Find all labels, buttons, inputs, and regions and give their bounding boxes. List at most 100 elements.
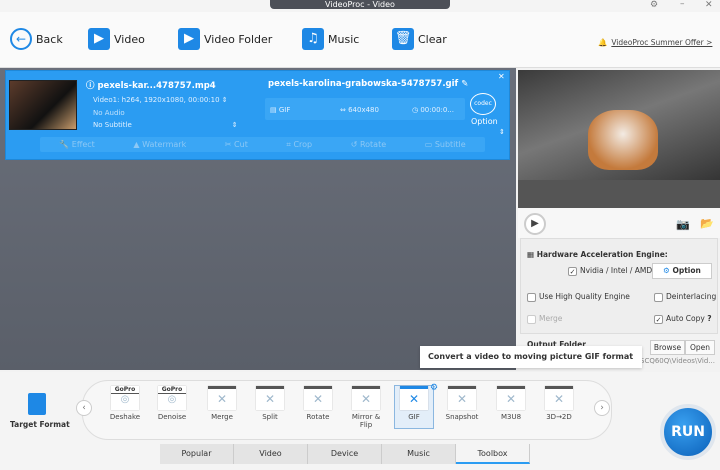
offer-label: VideoProc Summer Offer > [611,38,713,47]
tab-device[interactable]: Device [308,444,382,464]
auto-copy-checkbox[interactable]: ✓ Auto Copy ? [654,314,712,324]
output-resolution: ⇔ 640x480 [340,106,379,114]
close-button[interactable]: ✕ [705,0,713,10]
run-button[interactable]: RUN [660,404,716,460]
toolbar: ← Back ▶ Video ▶ Video Folder ♫ Music 🗑 Clear… [0,12,720,68]
codec-gear-icon[interactable]: codec [470,93,496,115]
summer-offer-link[interactable]: 🔔 VideoProc Summer Offer > [598,38,712,47]
browse-button[interactable]: Browse [650,340,685,355]
format-label: Merge [211,413,233,421]
output-duration: ◷ 00:00:0... [412,106,455,114]
output-filename[interactable]: pexels-karolina-grabowska-5478757.gif ✎ [268,79,468,89]
format-label: Denoise [157,413,187,421]
watermark-button[interactable]: ▲ Watermark [133,140,186,149]
gopro-brand-label: GoPro [158,386,186,394]
checkbox-icon [527,292,536,302]
back-button[interactable]: ← Back [10,28,63,50]
tools-icon: ✕ [208,386,236,410]
format-label: M3U8 [500,413,522,421]
video-preview[interactable] [518,70,720,208]
gopro-icon: GoPro ◎ [158,386,186,410]
subtitle-select[interactable]: No Subtitle ⇕ [93,121,238,129]
format-item[interactable]: ✕ Merge [202,386,242,421]
format-item[interactable]: ✕ Snapshot [442,386,482,421]
tab-music[interactable]: Music [382,444,456,464]
output-path[interactable]: SCQ60Q\Videos\Vid... [640,357,715,365]
format-item[interactable]: ✕ Rotate [298,386,338,421]
reorder-arrows-icon[interactable]: ⇕ [499,128,505,136]
video-track-select[interactable]: Video1: h264, 1920x1080, 00:00:10 ⇕ [93,96,228,104]
clear-button[interactable]: 🗑 Clear [392,28,447,50]
remove-item-icon[interactable]: ✕ [498,72,505,81]
video-folder-label: Video Folder [204,32,273,46]
subtitle-button[interactable]: ▭ Subtitle [425,140,466,149]
format-item[interactable]: ✕ M3U8 [491,386,531,421]
tools-icon: ✕ [400,386,428,410]
hw-vendor-label: Nvidia / Intel / AMD [580,266,653,275]
hw-option-label: Option [672,266,701,275]
subtitle-label: Subtitle [434,140,466,149]
hw-vendor-checkbox[interactable]: ✓ Nvidia / Intel / AMD [568,266,652,276]
play-button[interactable]: ▶ [524,213,546,235]
audio-track[interactable]: No Audio [93,109,125,117]
add-video-button[interactable]: ▶ Video [88,28,145,50]
gif-tooltip: Convert a video to moving picture GIF fo… [420,346,642,368]
deinterlacing-checkbox[interactable]: Deinterlacing [654,292,716,302]
format-item[interactable]: GoPro ◎ Denoise [152,386,192,421]
video-thumbnail[interactable] [9,80,77,130]
music-add-icon: ♫ [302,28,324,50]
carousel-next-button[interactable]: › [594,400,610,416]
format-item[interactable]: ✕ GIF [394,385,434,429]
hw-option-button[interactable]: ⚙ Option [652,263,712,279]
settings-icon[interactable]: ⚙ [650,0,658,10]
tab-video[interactable]: Video [234,444,308,464]
gif-settings-gear-icon[interactable]: ⚙ [430,383,438,393]
help-icon[interactable]: ? [707,314,711,323]
window-title: VideoProc - Video [270,0,450,9]
codec-option-button[interactable]: Option [471,117,498,126]
carousel-prev-button[interactable]: ‹ [76,400,92,416]
target-format-icon [28,393,46,415]
format-label: Snapshot [445,413,479,421]
format-label: Rotate [306,413,330,421]
format-item[interactable]: GoPro ◎ Deshake [105,386,145,421]
merge-checkbox[interactable]: Merge [527,314,562,324]
back-label: Back [36,32,63,46]
format-label: Mirror & Flip [351,413,381,429]
snapshot-camera-icon[interactable]: 📷 [676,218,690,231]
add-music-button[interactable]: ♫ Music [302,28,359,50]
format-item[interactable]: ✕ Mirror & Flip [346,386,386,429]
checkbox-icon [654,292,663,302]
crop-label: Crop [293,139,313,149]
auto-copy-label: Auto Copy [666,314,705,323]
crop-button[interactable]: ⌗ Crop [286,140,312,150]
add-video-folder-button[interactable]: ▶ Video Folder [178,28,272,50]
tab-popular[interactable]: Popular [160,444,234,464]
open-folder-icon[interactable]: 📂 [700,217,714,230]
output-format: ▤ GIF [270,106,291,114]
open-button[interactable]: Open [685,340,715,355]
gopro-icon: GoPro ◎ [111,386,139,410]
high-quality-checkbox[interactable]: Use High Quality Engine [527,292,630,302]
minimize-button[interactable]: – [680,0,685,9]
format-label: Split [262,413,278,421]
format-label: 3D→2D [546,413,572,421]
format-item[interactable]: ✕ 3D→2D [539,386,579,421]
edit-toolbar: 🔧 Effect ▲ Watermark ✂ Cut ⌗ Crop ↺ Rota… [40,137,485,152]
edit-pencil-icon[interactable]: ✎ [461,79,468,89]
effect-button[interactable]: 🔧 Effect [59,140,95,149]
format-text: GIF [278,106,291,114]
rotate-label: Rotate [359,140,387,149]
bell-icon: 🔔 [598,38,608,47]
cut-button[interactable]: ✂ Cut [225,140,248,149]
back-icon: ← [10,28,32,50]
tools-icon: ✕ [352,386,380,410]
rotate-button[interactable]: ↺ Rotate [351,140,386,149]
cut-label: Cut [234,140,248,149]
merge-label: Merge [539,314,563,323]
source-name-text: pexels-kar...478757.mp4 [97,81,216,91]
source-filename: ⓘ pexels-kar...478757.mp4 [86,81,216,91]
tab-toolbox[interactable]: Toolbox [456,444,530,464]
format-item[interactable]: ✕ Split [250,386,290,421]
tools-icon: ✕ [304,386,332,410]
